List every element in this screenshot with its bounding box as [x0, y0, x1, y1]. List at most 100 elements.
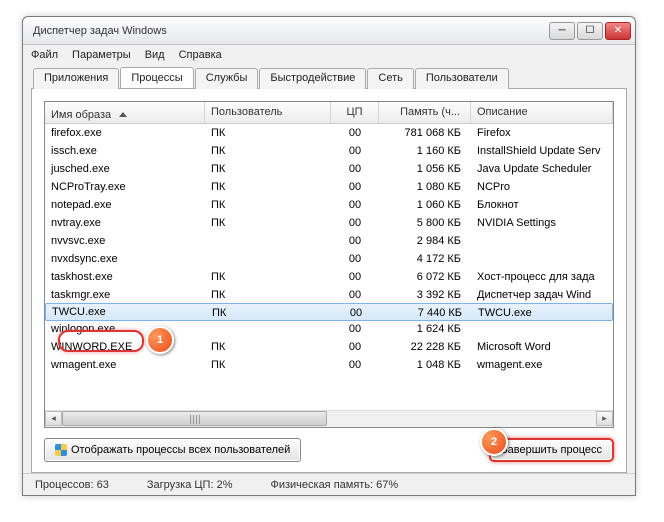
cell-image-name: wmagent.exe [45, 356, 205, 374]
cell-image-name: taskhost.exe [45, 268, 205, 286]
header-user[interactable]: Пользователь [205, 102, 331, 123]
cell-image-name: notepad.exe [45, 196, 205, 214]
show-all-users-label: Отображать процессы всех пользователей [71, 444, 290, 456]
cell-description [471, 320, 613, 338]
process-row[interactable]: WINWORD.EXEПК0022 228 КБMicrosoft Word [45, 338, 613, 356]
cell-description: TWCU.exe [472, 304, 612, 320]
processes-panel: Имя образа Пользователь ЦП Память (ч... … [31, 89, 627, 473]
header-description[interactable]: Описание [471, 102, 613, 123]
tab-performance[interactable]: Быстродействие [259, 68, 366, 89]
process-rows: firefox.exeПК00781 068 КБFirefoxissch.ex… [45, 124, 613, 410]
cell-memory: 1 080 КБ [379, 178, 471, 196]
cell-memory: 1 060 КБ [379, 196, 471, 214]
process-row[interactable]: issch.exeПК001 160 КБInstallShield Updat… [45, 142, 613, 160]
close-button[interactable]: ✕ [605, 22, 631, 40]
cell-image-name: winlogon.exe [45, 320, 205, 338]
uac-shield-icon [55, 444, 67, 456]
scroll-right-arrow-icon[interactable]: ▸ [596, 411, 613, 426]
cell-user [205, 320, 331, 338]
maximize-button[interactable]: ☐ [577, 22, 603, 40]
process-row[interactable]: notepad.exeПК001 060 КББлокнот [45, 196, 613, 214]
tab-applications[interactable]: Приложения [33, 68, 119, 89]
cell-user [205, 250, 331, 268]
scroll-grip-icon [190, 415, 200, 424]
cell-cpu: 00 [331, 124, 379, 142]
task-manager-window: Диспетчер задач Windows ─ ☐ ✕ Файл Парам… [22, 16, 636, 496]
cell-cpu: 00 [331, 214, 379, 232]
cell-memory: 6 072 КБ [379, 268, 471, 286]
process-row[interactable]: taskhost.exeПК006 072 КБХост-процесс для… [45, 268, 613, 286]
process-row[interactable]: TWCU.exeПК007 440 КБTWCU.exe [45, 303, 613, 321]
cell-cpu: 00 [331, 286, 379, 304]
cell-description: Microsoft Word [471, 338, 613, 356]
scroll-left-arrow-icon[interactable]: ◂ [45, 411, 62, 426]
cell-image-name: TWCU.exe [46, 304, 206, 320]
process-row[interactable]: jusched.exeПК001 056 КБJava Update Sched… [45, 160, 613, 178]
process-row[interactable]: wmagent.exeПК001 048 КБwmagent.exe [45, 356, 613, 374]
cell-user: ПК [206, 304, 332, 320]
sort-ascending-icon [119, 112, 127, 117]
process-row[interactable]: taskmgr.exeПК003 392 КБДиспетчер задач W… [45, 286, 613, 304]
cell-image-name: WINWORD.EXE [45, 338, 205, 356]
column-headers: Имя образа Пользователь ЦП Память (ч... … [45, 102, 613, 124]
cell-memory: 1 624 КБ [379, 320, 471, 338]
status-process-count: Процессов: 63 [35, 479, 109, 491]
cell-cpu: 00 [331, 320, 379, 338]
menu-help[interactable]: Справка [179, 49, 222, 61]
header-cpu[interactable]: ЦП [331, 102, 379, 123]
process-row[interactable]: nvxdsync.exe004 172 КБ [45, 250, 613, 268]
cell-cpu: 00 [331, 356, 379, 374]
cell-cpu: 00 [331, 142, 379, 160]
scroll-thumb[interactable] [62, 411, 327, 426]
cell-user [205, 232, 331, 250]
window-title: Диспетчер задач Windows [33, 25, 549, 37]
header-memory[interactable]: Память (ч... [379, 102, 471, 123]
menubar: Файл Параметры Вид Справка [23, 45, 635, 65]
cell-description: Блокнот [471, 196, 613, 214]
cell-user: ПК [205, 124, 331, 142]
menu-view[interactable]: Вид [145, 49, 165, 61]
process-row[interactable]: nvvsvc.exe002 984 КБ [45, 232, 613, 250]
header-image-name[interactable]: Имя образа [45, 102, 205, 123]
cell-user: ПК [205, 178, 331, 196]
cell-image-name: NCProTray.exe [45, 178, 205, 196]
cell-memory: 3 392 КБ [379, 286, 471, 304]
cell-user: ПК [205, 356, 331, 374]
menu-file[interactable]: Файл [31, 49, 58, 61]
show-all-users-button[interactable]: Отображать процессы всех пользователей [44, 438, 301, 462]
cell-image-name: nvxdsync.exe [45, 250, 205, 268]
process-row[interactable]: winlogon.exe 001 624 КБ [45, 320, 613, 338]
cell-image-name: jusched.exe [45, 160, 205, 178]
annotation-marker-1: 1 [146, 326, 174, 354]
status-cpu-usage: Загрузка ЦП: 2% [147, 479, 233, 491]
tab-processes[interactable]: Процессы [120, 67, 193, 88]
cell-image-name: firefox.exe [45, 124, 205, 142]
cell-description: Java Update Scheduler [471, 160, 613, 178]
cell-image-name: nvvsvc.exe [45, 232, 205, 250]
status-memory-usage: Физическая память: 67% [270, 479, 398, 491]
cell-user: ПК [205, 268, 331, 286]
tab-users[interactable]: Пользователи [415, 68, 509, 89]
cell-image-name: issch.exe [45, 142, 205, 160]
process-row[interactable]: NCProTray.exeПК001 080 КБNCPro [45, 178, 613, 196]
tab-network[interactable]: Сеть [367, 68, 413, 89]
cell-description [471, 232, 613, 250]
cell-cpu: 00 [331, 196, 379, 214]
minimize-button[interactable]: ─ [549, 22, 575, 40]
cell-cpu: 00 [331, 178, 379, 196]
annotation-marker-2: 2 [480, 428, 508, 456]
cell-memory: 5 800 КБ [379, 214, 471, 232]
cell-user: ПК [205, 338, 331, 356]
cell-cpu: 00 [332, 304, 380, 320]
cell-cpu: 00 [331, 268, 379, 286]
tab-services[interactable]: Службы [195, 68, 259, 89]
process-row[interactable]: firefox.exeПК00781 068 КБFirefox [45, 124, 613, 142]
process-row[interactable]: nvtray.exeПК005 800 КБNVIDIA Settings [45, 214, 613, 232]
titlebar[interactable]: Диспетчер задач Windows ─ ☐ ✕ [23, 17, 635, 45]
cell-memory: 1 160 КБ [379, 142, 471, 160]
menu-options[interactable]: Параметры [72, 49, 131, 61]
cell-user: ПК [205, 286, 331, 304]
horizontal-scrollbar[interactable]: ◂ ▸ [45, 410, 613, 427]
end-process-label: Завершить процесс [501, 444, 602, 456]
cell-memory: 7 440 КБ [380, 304, 472, 320]
